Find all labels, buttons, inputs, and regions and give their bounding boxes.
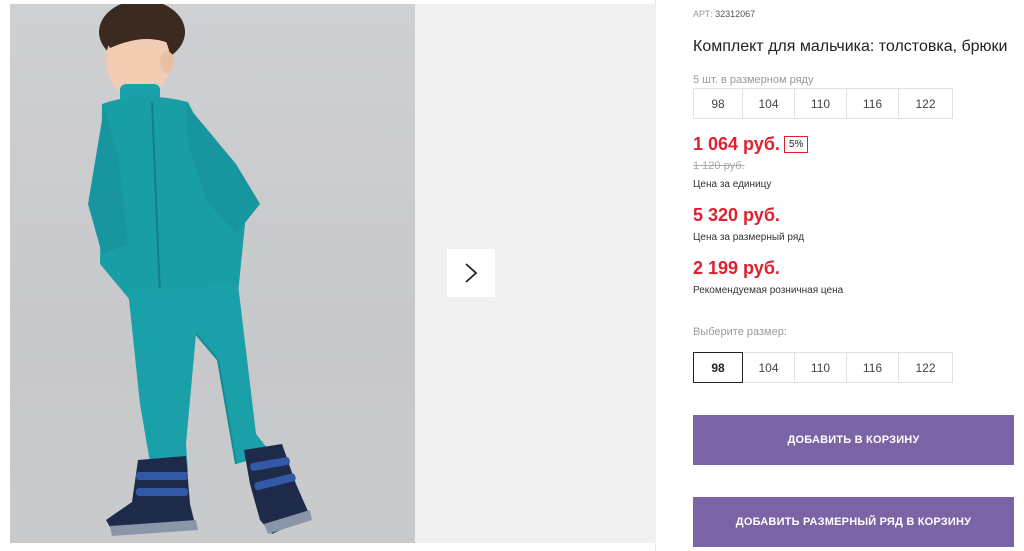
size-row-preview: 98 104 110 116 122: [693, 88, 953, 119]
size-row-price: 5 320 руб.: [693, 205, 780, 225]
size-option-110[interactable]: 110: [794, 352, 847, 383]
size-selector: 98 104 110 116 122: [693, 352, 953, 383]
size-row-cell: 116: [846, 88, 899, 119]
product-info: АРТ: 32312067 Комплект для мальчика: тол…: [693, 0, 1024, 551]
product-page: АРТ: 32312067 Комплект для мальчика: тол…: [0, 0, 1024, 551]
discount-badge: 5%: [784, 136, 809, 153]
size-row-note: 5 шт. в размерном ряду: [693, 74, 814, 86]
product-photo[interactable]: [10, 4, 415, 543]
add-to-cart-button[interactable]: ДОБАВИТЬ В КОРЗИНУ: [693, 415, 1014, 465]
sku-value: 32312067: [715, 9, 756, 19]
size-option-116[interactable]: 116: [846, 352, 899, 383]
size-row-price-caption: Цена за размерный ряд: [693, 232, 805, 243]
old-price: 1 120 руб.: [693, 160, 745, 172]
sku-line: АРТ: 32312067: [693, 9, 755, 19]
gallery-next-button[interactable]: [447, 249, 495, 297]
size-row-cell: 98: [693, 88, 743, 119]
retail-price-caption: Рекомендуемая розничная цена: [693, 285, 844, 296]
size-row-cell: 104: [742, 88, 795, 119]
size-option-98[interactable]: 98: [693, 352, 743, 383]
boy-photo-illustration: [88, 4, 312, 536]
sku-label: АРТ:: [693, 9, 713, 19]
choose-size-label: Выберите размер:: [693, 326, 787, 338]
unit-price: 1 064 руб.: [693, 134, 780, 154]
product-title: Комплект для мальчика: толстовка, брюки: [693, 38, 1008, 55]
retail-price: 2 199 руб.: [693, 258, 780, 278]
chevron-right-icon: [465, 263, 478, 283]
size-row-cell: 122: [898, 88, 953, 119]
size-row-cell: 110: [794, 88, 847, 119]
add-size-row-to-cart-button[interactable]: ДОБАВИТЬ РАЗМЕРНЫЙ РЯД В КОРЗИНУ: [693, 497, 1014, 547]
unit-price-caption: Цена за единицу: [693, 179, 772, 190]
size-option-104[interactable]: 104: [742, 352, 795, 383]
product-gallery: [0, 0, 656, 551]
size-option-122[interactable]: 122: [898, 352, 953, 383]
